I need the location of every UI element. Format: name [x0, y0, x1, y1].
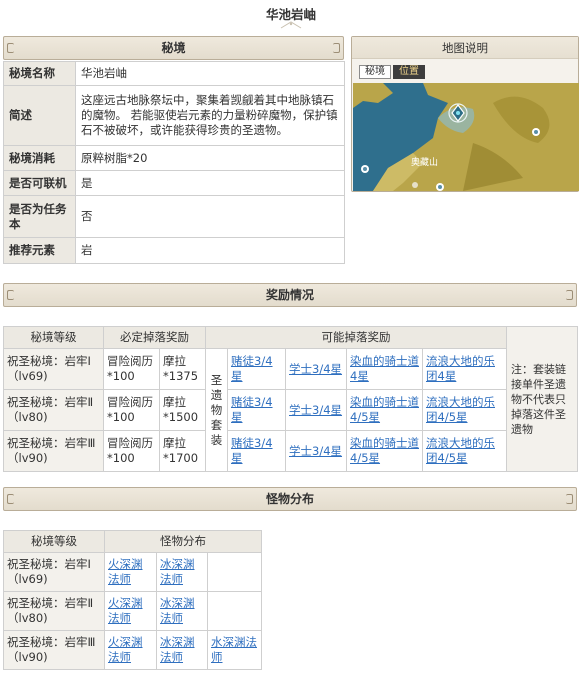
- title-ornament-icon: [280, 21, 302, 29]
- col-header-possible: 可能掉落奖励: [205, 326, 507, 349]
- col-header-tier: 秘境等级: [3, 326, 104, 349]
- col-header-tier: 秘境等级: [3, 530, 105, 553]
- bracket-left-icon: [7, 43, 14, 53]
- info-key-cost: 秘境消耗: [3, 145, 76, 171]
- artifact-link-gambler[interactable]: 赌徒3/4星: [231, 395, 273, 424]
- tier-label: 祝圣秘境：岩牢Ⅱ（lv80): [3, 389, 104, 431]
- monsters-section-title: 怪物分布: [265, 492, 314, 506]
- info-value-quest: 否: [75, 195, 345, 238]
- monster-link-pyro-abyss-mage[interactable]: 火深渊法师: [108, 635, 143, 664]
- info-row-description: 简述 这座远古地脉祭坛中，聚集着觊觎着其中地脉镇石的魔物。 若能驱使岩元素的力量…: [3, 85, 345, 146]
- map-tab-position[interactable]: 位置: [393, 65, 425, 79]
- info-row-coop: 是否可联机 是: [3, 170, 345, 196]
- map-image[interactable]: 奥藏山: [353, 83, 579, 191]
- waypoint-icon-1-center: [534, 130, 538, 134]
- info-value-description: 这座远古地脉祭坛中，聚集着觊觎着其中地脉镇石的魔物。 若能驱使岩元素的力量粉碎魔…: [75, 85, 345, 146]
- info-value-element: 岩: [75, 237, 345, 264]
- rewards-table: 秘境等级 必定掉落奖励 可能掉落奖励 注：套装链接单件圣遗物不代表只掉落这件圣遗…: [3, 326, 578, 472]
- monster-link-cryo-abyss-mage[interactable]: 冰深渊法师: [160, 596, 195, 625]
- tier-label: 祝圣秘境：岩牢Ⅰ（lv69): [3, 348, 104, 390]
- bracket-right-icon: [566, 494, 573, 504]
- monster-link-cryo-abyss-mage[interactable]: 冰深渊法师: [160, 635, 195, 664]
- bracket-right-icon: [333, 43, 340, 53]
- map-panel-title: 地图说明: [352, 37, 578, 59]
- bracket-left-icon: [7, 494, 14, 504]
- monsters-table: 秘境等级 怪物分布 祝圣秘境：岩牢Ⅰ（lv69) 火深渊法师 冰深渊法师 祝圣秘…: [3, 530, 263, 670]
- waypoint-icon-3-center: [438, 185, 442, 189]
- table-row: 祝圣秘境：岩牢Ⅲ（lv90) 火深渊法师 冰深渊法师 水深渊法师: [3, 630, 263, 670]
- map-panel: 地图说明 秘境 位置 奥藏山: [351, 36, 579, 192]
- domain-section-title: 秘境: [161, 41, 186, 55]
- artifact-set-label: 圣遗物套装: [205, 348, 228, 472]
- artifact-link-scholar[interactable]: 学士3/4星: [289, 444, 342, 458]
- statue-icon[interactable]: [412, 182, 418, 188]
- domain-info-table: 秘境名称 华池岩岫 简述 这座远古地脉祭坛中，聚集着觊觎着其中地脉镇石的魔物。 …: [3, 61, 345, 264]
- info-value-coop: 是: [75, 170, 345, 196]
- col-header-fixed: 必定掉落奖励: [103, 326, 206, 349]
- bracket-left-icon: [7, 290, 14, 300]
- monster-link-pyro-abyss-mage[interactable]: 火深渊法师: [108, 557, 143, 586]
- artifact-link-bloodstained[interactable]: 染血的骑士道4星: [350, 354, 419, 383]
- info-key-description: 简述: [3, 85, 76, 146]
- artifact-link-scholar[interactable]: 学士3/4星: [289, 362, 342, 376]
- artifact-link-gambler[interactable]: 赌徒3/4星: [231, 436, 273, 465]
- tier-label: 祝圣秘境：岩牢Ⅱ（lv80): [3, 591, 105, 631]
- artifact-link-wanderers[interactable]: 流浪大地的乐团4星: [426, 354, 495, 383]
- empty-cell: [206, 591, 263, 631]
- artifact-link-bloodstained[interactable]: 染血的骑士道4/5星: [350, 436, 419, 465]
- mora-reward: 摩拉*1375: [159, 348, 206, 390]
- info-value-name: 华池岩岫: [75, 61, 345, 86]
- exp-reward: 冒险阅历*100: [103, 430, 160, 472]
- rewards-note: 注：套装链接单件圣遗物不代表只掉落这件圣遗物: [506, 326, 578, 472]
- table-row: 祝圣秘境：岩牢Ⅱ（lv80) 冒险阅历*100 摩拉*1500 赌徒3/4星 学…: [3, 389, 578, 431]
- tier-label: 祝圣秘境：岩牢Ⅲ（lv90): [3, 430, 104, 472]
- table-row: 祝圣秘境：岩牢Ⅲ（lv90) 冒险阅历*100 摩拉*1700 赌徒3/4星 学…: [3, 430, 578, 472]
- table-row: 祝圣秘境：岩牢Ⅱ（lv80) 火深渊法师 冰深渊法师: [3, 591, 263, 631]
- monster-link-pyro-abyss-mage[interactable]: 火深渊法师: [108, 596, 143, 625]
- bracket-right-icon: [566, 290, 573, 300]
- tier-label: 祝圣秘境：岩牢Ⅰ（lv69): [3, 552, 105, 592]
- info-row-cost: 秘境消耗 原粹树脂*20: [3, 145, 345, 171]
- table-row: 祝圣秘境：岩牢Ⅰ（lv69) 冒险阅历*100 摩拉*1375 圣遗物套装 赌徒…: [3, 348, 578, 472]
- rewards-section-header: 奖励情况: [3, 283, 577, 307]
- map-tab-group: 秘境 位置: [359, 65, 425, 79]
- mora-reward: 摩拉*1700: [159, 430, 206, 472]
- rewards-header-row: 秘境等级 必定掉落奖励 可能掉落奖励 注：套装链接单件圣遗物不代表只掉落这件圣遗…: [3, 326, 578, 472]
- info-key-name: 秘境名称: [3, 61, 76, 86]
- exp-reward: 冒险阅历*100: [103, 389, 160, 431]
- info-row-element: 推荐元素 岩: [3, 237, 345, 264]
- map-terrain: 奥藏山: [353, 83, 579, 191]
- domain-section-header: 秘境: [3, 36, 344, 60]
- table-row: 祝圣秘境：岩牢Ⅰ（lv69) 火深渊法师 冰深渊法师: [3, 552, 263, 592]
- tier-label: 祝圣秘境：岩牢Ⅲ（lv90): [3, 630, 105, 670]
- map-place-label: 奥藏山: [411, 156, 438, 167]
- exp-reward: 冒险阅历*100: [103, 348, 160, 390]
- monsters-header-row: 秘境等级 怪物分布: [3, 530, 263, 553]
- empty-cell: [206, 552, 263, 592]
- artifact-link-bloodstained[interactable]: 染血的骑士道4/5星: [350, 395, 419, 424]
- monster-link-hydro-abyss-mage[interactable]: 水深渊法师: [211, 635, 257, 664]
- col-header-monsters: 怪物分布: [103, 530, 263, 553]
- artifact-link-gambler[interactable]: 赌徒3/4星: [231, 354, 273, 383]
- info-key-element: 推荐元素: [3, 237, 76, 264]
- mora-reward: 摩拉*1500: [159, 389, 206, 431]
- artifact-link-wanderers[interactable]: 流浪大地的乐团4/5星: [426, 436, 495, 465]
- info-row-name: 秘境名称 华池岩岫: [3, 61, 345, 86]
- rewards-section-title: 奖励情况: [265, 288, 314, 302]
- info-row-quest: 是否为任务本 否: [3, 195, 345, 238]
- info-value-cost: 原粹树脂*20: [75, 145, 345, 171]
- artifact-link-scholar[interactable]: 学士3/4星: [289, 403, 342, 417]
- monster-link-cryo-abyss-mage[interactable]: 冰深渊法师: [160, 557, 195, 586]
- map-tab-domain[interactable]: 秘境: [359, 65, 391, 79]
- artifact-link-wanderers[interactable]: 流浪大地的乐团4/5星: [426, 395, 495, 424]
- map-domain-marker-center: [456, 111, 460, 115]
- info-key-coop: 是否可联机: [3, 170, 76, 196]
- info-key-quest: 是否为任务本: [3, 195, 76, 238]
- waypoint-icon-2-center: [363, 167, 367, 171]
- monsters-section-header: 怪物分布: [3, 487, 577, 511]
